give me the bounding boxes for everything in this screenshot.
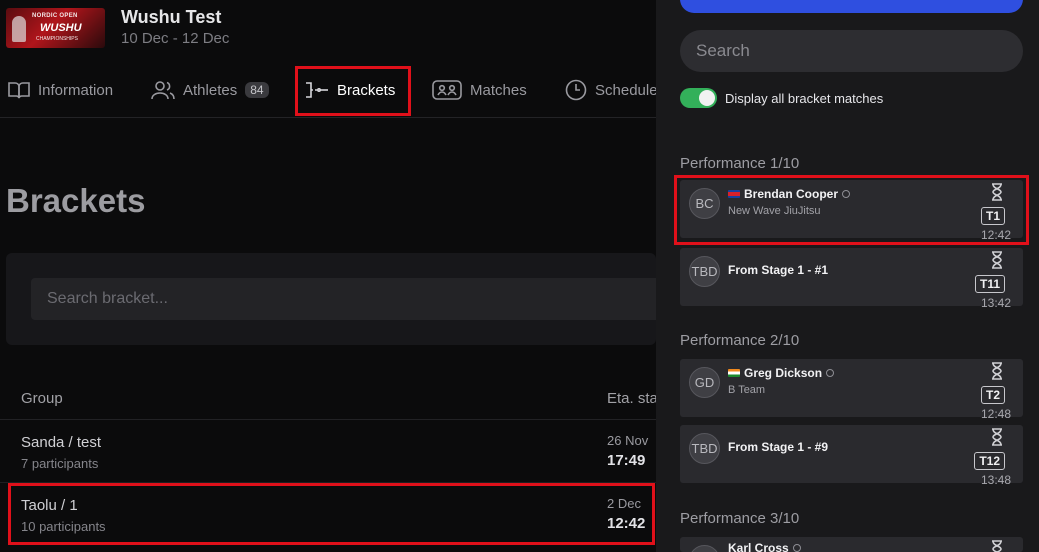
avatar: GD [689, 367, 720, 398]
table-header: Group Eta. start [0, 378, 667, 420]
event-title: Wushu Test [121, 7, 222, 27]
hourglass-icon [992, 428, 1002, 446]
table-row[interactable]: Sanda / test 7 participants 26 Nov 17:49 [0, 421, 656, 483]
tab-schedule[interactable]: Schedule [565, 66, 658, 114]
tab-label: Brackets [337, 81, 396, 99]
match-time: 13:42 [980, 296, 1011, 310]
athletes-count-badge: 84 [245, 82, 269, 98]
athlete-name: Greg Dickson [744, 366, 823, 380]
athlete-name: From Stage 1 - #1 [728, 263, 829, 277]
bracket-search-input[interactable] [31, 278, 671, 320]
table-number-badge: T2 [980, 386, 1005, 404]
athlete-name: Karl Cross [728, 541, 789, 552]
app: NORDIC OPEN WUSHU CHAMPIONSHIPS Wushu Te… [0, 0, 1039, 552]
avatar: TBD [689, 256, 720, 287]
tab-label: Matches [470, 81, 527, 99]
tab-label: Athletes [183, 81, 238, 99]
status-circle-icon [826, 369, 835, 377]
hourglass-icon [992, 183, 1002, 201]
matches-icon [432, 80, 462, 100]
avatar: TBD [689, 433, 720, 464]
match-card[interactable]: KC Karl Cross [680, 537, 1023, 552]
tab-brackets[interactable]: Brackets [305, 66, 395, 114]
bracket-side-panel: Display all bracket matches Performance … [656, 0, 1039, 552]
tab-bar: Information Athletes 84 Brackets Matches… [0, 66, 658, 118]
athlete-team: B Team [728, 384, 766, 396]
row-date: 26 Nov [607, 433, 649, 448]
clock-icon [565, 79, 587, 101]
match-time: 12:42 [980, 228, 1011, 242]
bracket-search-panel [6, 253, 671, 345]
flag-in-icon [728, 369, 740, 377]
table-number-badge: T11 [974, 275, 1005, 293]
hourglass-icon [992, 540, 1002, 552]
display-all-toggle-row: Display all bracket matches [680, 88, 883, 108]
event-logo: NORDIC OPEN WUSHU CHAMPIONSHIPS [6, 8, 105, 48]
match-card[interactable]: TBD From Stage 1 - #1 T11 13:42 [680, 248, 1023, 310]
match-time: 12:48 [980, 407, 1011, 421]
toggle-label: Display all bracket matches [725, 90, 884, 106]
row-group: Taolu / 1 [21, 497, 78, 514]
row-time: 17:49 [607, 452, 646, 469]
page-title: Brackets [6, 182, 146, 219]
tab-athletes[interactable]: Athletes 84 [151, 66, 269, 114]
status-circle-icon [792, 544, 801, 552]
tab-label: Schedule [595, 81, 658, 99]
table-number-badge: T12 [974, 452, 1005, 470]
status-circle-icon [842, 190, 851, 198]
section-title: Performance 1/10 [680, 155, 800, 172]
book-icon [8, 82, 30, 99]
athlete-team: New Wave JiuJitsu [728, 205, 821, 217]
bracket-icon [306, 82, 328, 98]
display-all-toggle[interactable] [680, 88, 717, 108]
column-header-group[interactable]: Group [21, 390, 63, 407]
hourglass-icon [992, 362, 1002, 380]
users-icon [151, 81, 175, 100]
avatar: KC [689, 545, 720, 552]
table-row[interactable]: Taolu / 1 10 participants 2 Dec 12:42 [0, 484, 656, 546]
tab-matches[interactable]: Matches [432, 66, 527, 114]
match-time: 13:48 [980, 473, 1011, 487]
athlete-name: From Stage 1 - #9 [728, 440, 829, 454]
row-participants: 10 participants [21, 519, 106, 534]
section-title: Performance 2/10 [680, 332, 800, 349]
athlete-name: Brendan Cooper [744, 187, 839, 201]
event-header: NORDIC OPEN WUSHU CHAMPIONSHIPS Wushu Te… [0, 0, 656, 60]
flag-kh-icon [728, 190, 740, 198]
row-time: 12:42 [607, 515, 646, 532]
row-date: 2 Dec [607, 496, 641, 511]
row-participants: 7 participants [21, 456, 99, 471]
table-number-badge: T1 [980, 207, 1005, 225]
section-title: Performance 3/10 [680, 510, 800, 527]
match-card[interactable]: BC Brendan Cooper New Wave JiuJitsu T1 1… [680, 180, 1023, 242]
row-group: Sanda / test [21, 434, 102, 451]
avatar: BC [689, 188, 720, 219]
primary-action-button[interactable] [680, 0, 1023, 13]
matches-search-input[interactable] [680, 30, 1023, 72]
hourglass-icon [992, 251, 1002, 269]
match-card[interactable]: GD Greg Dickson B Team T2 12:48 [680, 359, 1023, 421]
tab-information[interactable]: Information [8, 66, 113, 114]
tab-label: Information [38, 81, 114, 99]
match-card[interactable]: TBD From Stage 1 - #9 T12 13:48 [680, 425, 1023, 487]
event-dates: 10 Dec - 12 Dec [121, 30, 230, 47]
main-content: NORDIC OPEN WUSHU CHAMPIONSHIPS Wushu Te… [0, 0, 671, 552]
